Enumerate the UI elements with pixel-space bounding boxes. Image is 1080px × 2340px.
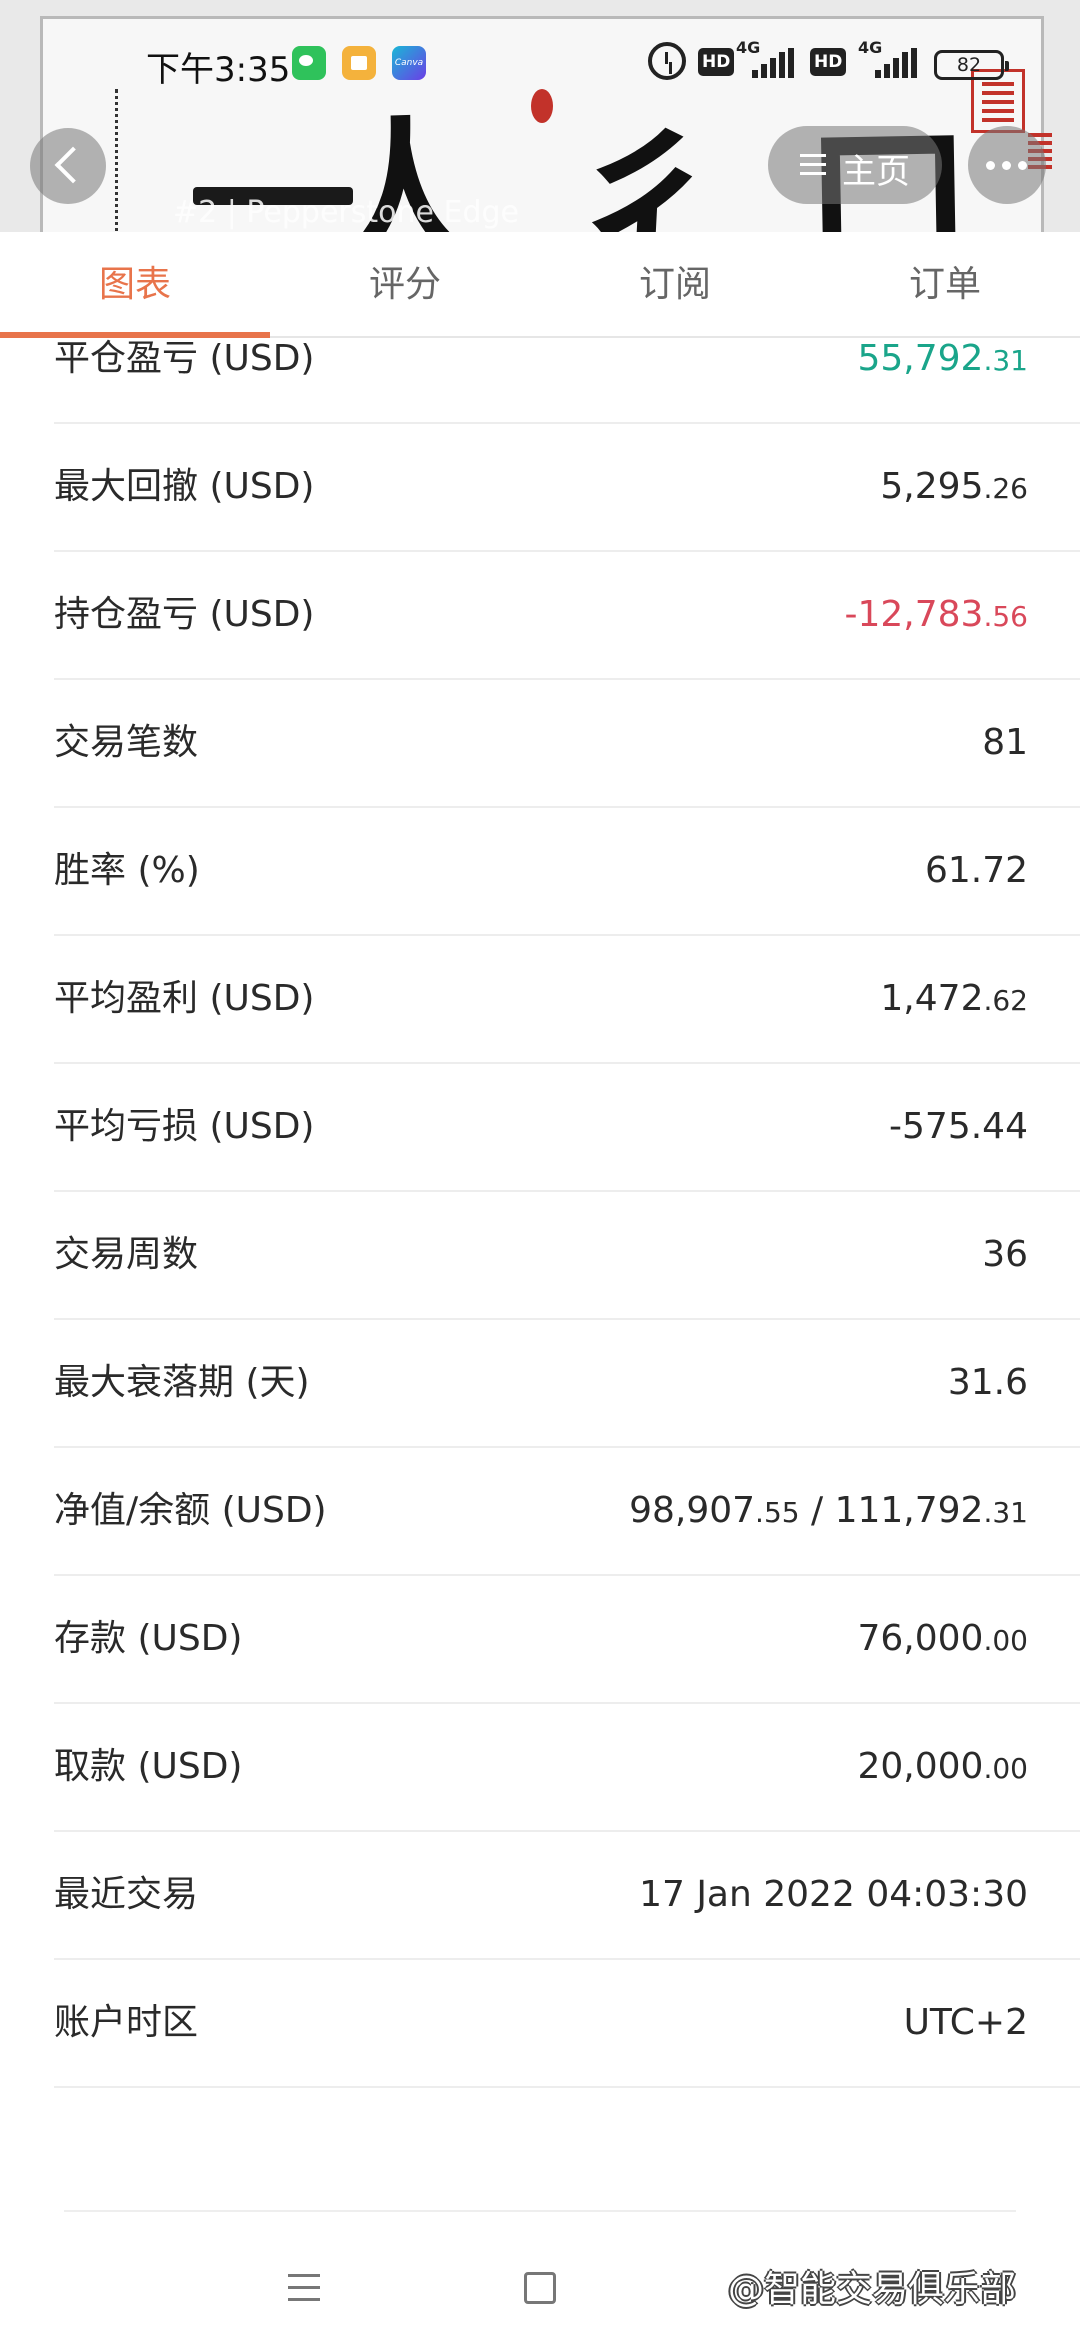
stat-value-part: 55,792 — [857, 338, 984, 379]
stat-value: 81 — [982, 680, 1028, 806]
stat-value: 36 — [982, 1192, 1028, 1318]
tab-chart[interactable]: 图表 — [0, 232, 270, 338]
notes-icon — [342, 46, 376, 80]
stat-row: 净值/余额 (USD) 98,907.55 / 111,792.31 — [54, 1448, 1080, 1576]
stat-value-part: 36 — [982, 1234, 1028, 1275]
stat-value: 76,000.00 — [858, 1576, 1029, 1702]
more-options-button[interactable] — [968, 126, 1046, 204]
home-button[interactable]: 主页 — [768, 126, 942, 204]
battery-icon: 82 — [934, 50, 1009, 80]
stat-value: 17 Jan 2022 04:03:30 — [639, 1832, 1028, 1958]
stats-list: 平仓盈亏 (USD) 55,792.31 最大回撤 (USD) 5,295.26 持仓盈… — [0, 338, 1080, 2088]
stat-row: 平均亏损 (USD) -575.44 — [54, 1064, 1080, 1192]
signal-icon — [875, 48, 919, 78]
stat-value-part: 111,792 — [834, 1490, 984, 1531]
stat-value-decimals: .62 — [983, 984, 1028, 1017]
stat-row: 平均盈利 (USD) 1,472.62 — [54, 936, 1080, 1064]
stat-label: 存款 (USD) — [54, 1618, 243, 1659]
stat-value-part: 98,907 — [629, 1490, 756, 1531]
stat-value: 55,792.31 — [858, 338, 1029, 422]
stat-value-decimals: .31 — [983, 1496, 1028, 1529]
stat-label: 平均盈利 (USD) — [54, 978, 315, 1019]
stat-row: 账户时区 UTC+2 — [54, 1960, 1080, 2088]
tab-rating[interactable]: 评分 — [270, 232, 540, 338]
stat-value-part: -575.44 — [889, 1106, 1028, 1147]
stat-value: 61.72 — [925, 808, 1028, 934]
stat-value-part: UTC+2 — [903, 2002, 1028, 2043]
stat-value-part: 61.72 — [924, 850, 1028, 891]
stat-row: 最大衰落期 (天) 31.6 — [54, 1320, 1080, 1448]
hd-icon: HD — [810, 48, 847, 76]
system-navigation-bar: @智能交易俱乐部 — [0, 2220, 1080, 2340]
stat-label: 取款 (USD) — [54, 1746, 243, 1787]
back-button[interactable] — [30, 128, 106, 204]
stat-row: 取款 (USD) 20,000.00 — [54, 1704, 1080, 1832]
stat-row: 最大回撤 (USD) 5,295.26 — [54, 424, 1080, 552]
stat-value: -575.44 — [889, 1064, 1028, 1190]
tab-orders[interactable]: 订单 — [810, 232, 1080, 338]
menu-icon — [800, 154, 826, 176]
stat-label: 交易笔数 — [54, 722, 199, 763]
stat-value: 98,907.55 / 111,792.31 — [629, 1448, 1028, 1574]
stat-value-part: / — [799, 1490, 835, 1531]
status-time: 下午3:35 — [146, 50, 291, 90]
stat-value-part: 20,000 — [857, 1746, 984, 1787]
stat-label: 平均亏损 (USD) — [54, 1106, 315, 1147]
stat-label: 胜率 (%) — [54, 850, 200, 891]
stat-value-part: 81 — [982, 722, 1028, 763]
stat-label: 交易周数 — [54, 1234, 199, 1275]
stat-value-decimals: .56 — [983, 600, 1028, 633]
stat-label: 最大衰落期 (天) — [54, 1362, 310, 1403]
stat-row: 胜率 (%) 61.72 — [54, 808, 1080, 936]
stat-label: 平仓盈亏 (USD) — [54, 338, 315, 379]
stat-row: 持仓盈亏 (USD) -12,783.56 — [54, 552, 1080, 680]
stat-value: -12,783.56 — [845, 552, 1029, 678]
stat-value-part: -12,783 — [844, 594, 984, 635]
home-button-label: 主页 — [842, 152, 910, 192]
stat-value-decimals: .00 — [983, 1624, 1028, 1657]
stat-row: 最近交易 17 Jan 2022 04:03:30 — [54, 1832, 1080, 1960]
stat-value-part: 5,295 — [880, 466, 984, 507]
stat-label: 最近交易 — [54, 1874, 199, 1915]
stat-row: 交易周数 36 — [54, 1192, 1080, 1320]
stat-value-part: 31.6 — [947, 1362, 1028, 1403]
menu-icon[interactable] — [288, 2274, 320, 2302]
header-banner: 人 彳 口 #2 | Pepperstone Edge 下午3:35 Canva… — [0, 0, 1080, 232]
stat-row: 存款 (USD) 76,000.00 — [54, 1576, 1080, 1704]
watermark: @智能交易俱乐部 — [728, 2269, 1017, 2310]
status-bar: 下午3:35 Canva HD 4G HD 4G 82 — [0, 36, 1080, 92]
stat-label: 持仓盈亏 (USD) — [54, 594, 315, 635]
hd-icon: HD — [698, 48, 735, 76]
stat-row: 平仓盈亏 (USD) 55,792.31 — [54, 338, 1080, 424]
footer-divider — [64, 2210, 1016, 2212]
home-square-icon[interactable] — [524, 2272, 556, 2304]
banner-seal-icon — [531, 89, 553, 123]
tab-subscribe[interactable]: 订阅 — [540, 232, 810, 338]
stat-value: 5,295.26 — [880, 424, 1028, 550]
stat-value-decimals: .00 — [983, 1752, 1028, 1785]
stat-value-decimals: .26 — [983, 472, 1028, 505]
stat-label: 最大回撤 (USD) — [54, 466, 315, 507]
stat-value: 1,472.62 — [880, 936, 1028, 1062]
stat-value-decimals: .31 — [983, 344, 1028, 377]
canva-icon: Canva — [392, 46, 426, 80]
stat-row: 交易笔数 81 — [54, 680, 1080, 808]
banner-calligraphy-stroke — [115, 89, 135, 232]
stat-value: 20,000.00 — [858, 1704, 1029, 1830]
stat-value: UTC+2 — [904, 1960, 1028, 2086]
stat-value-part: 17 Jan 2022 04:03:30 — [639, 1874, 1028, 1915]
alarm-icon — [648, 42, 686, 80]
stat-value-part: 76,000 — [857, 1618, 984, 1659]
signal-icon — [752, 48, 796, 78]
wechat-icon — [292, 46, 326, 80]
stat-value-part: 1,472 — [880, 978, 984, 1019]
banner-subtitle: #2 | Pepperstone Edge — [173, 195, 520, 230]
stat-label: 净值/余额 (USD) — [54, 1490, 327, 1531]
stat-label: 账户时区 — [54, 2002, 199, 2043]
tab-bar: 图表 评分 订阅 订单 — [0, 232, 1080, 338]
stat-value-decimals: .55 — [755, 1496, 800, 1529]
stat-value: 31.6 — [948, 1320, 1028, 1446]
